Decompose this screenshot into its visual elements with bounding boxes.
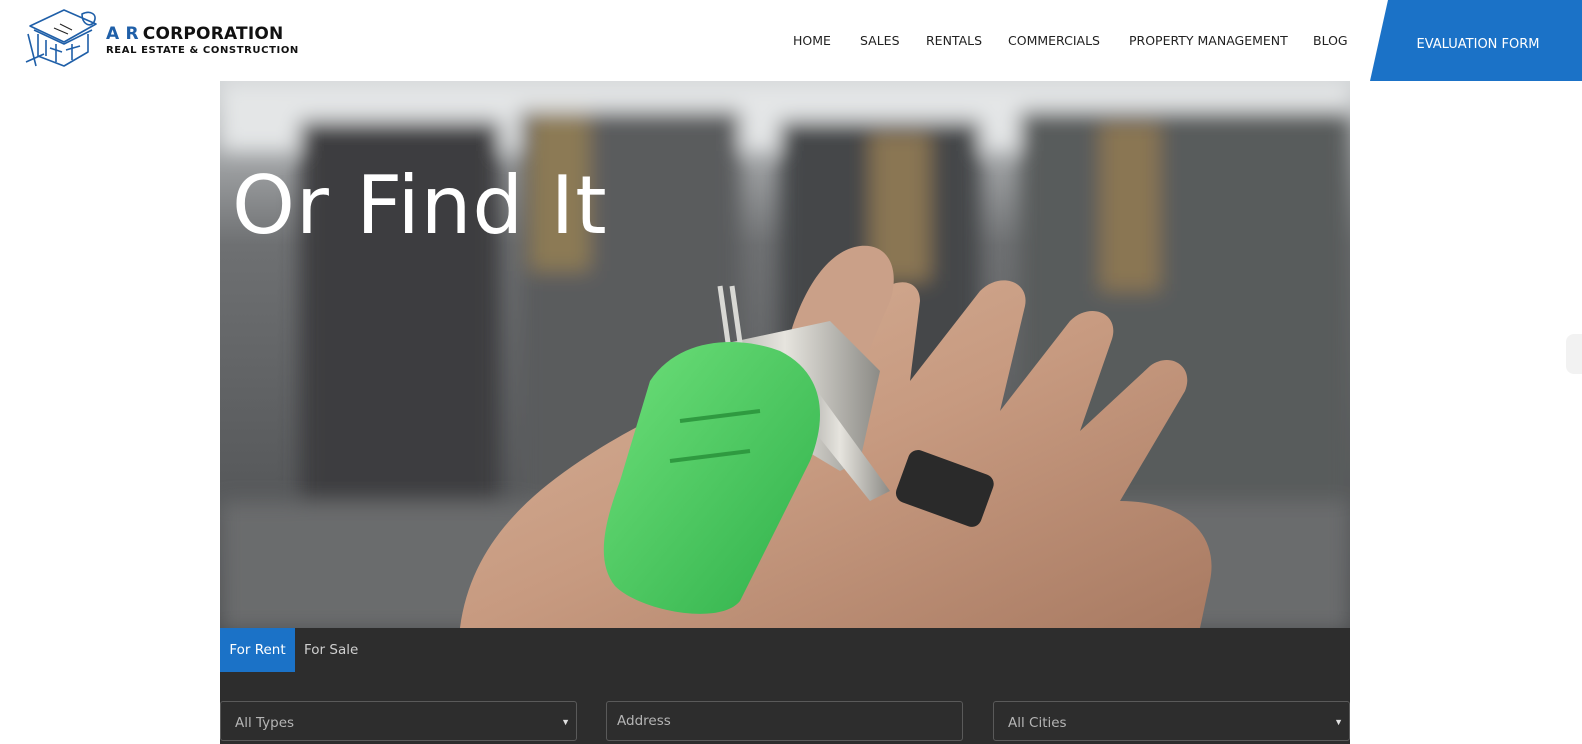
brand-tagline: REAL ESTATE & CONSTRUCTION	[106, 45, 299, 56]
address-field[interactable]	[606, 701, 963, 741]
type-select[interactable]: All Types ▼	[220, 701, 577, 741]
property-search-panel: For Rent For Sale All Types ▼ All Cities…	[220, 628, 1350, 744]
side-drawer-handle[interactable]	[1566, 334, 1582, 374]
chevron-down-icon: ▼	[1334, 717, 1343, 727]
nav-item-commercials[interactable]: COMMERCIALS	[1008, 33, 1100, 48]
hero-title: Or Find It	[232, 159, 608, 252]
hero-banner: Or Find It	[220, 81, 1350, 628]
nav-item-blog[interactable]: BLOG	[1313, 33, 1348, 48]
brand-name-prefix: A R	[106, 24, 139, 44]
evaluation-form-label: EVALUATION FORM	[1416, 37, 1540, 52]
chevron-down-icon: ▼	[561, 717, 570, 727]
brand-logo[interactable]: A R CORPORATION REAL ESTATE & CONSTRUCTIO…	[24, 4, 298, 74]
site-header: A R CORPORATION REAL ESTATE & CONSTRUCTIO…	[0, 0, 1582, 81]
city-select-value: All Cities	[1008, 715, 1067, 731]
city-select[interactable]: All Cities ▼	[993, 701, 1350, 741]
nav-item-property-management[interactable]: PROPERTY MANAGEMENT	[1129, 33, 1288, 48]
brand-name-main: CORPORATION	[142, 24, 284, 44]
brand-name: A R CORPORATION	[106, 24, 283, 44]
type-select-value: All Types	[235, 715, 295, 731]
blueprint-house-icon	[25, 9, 97, 67]
tab-for-sale[interactable]: For Sale	[304, 628, 358, 672]
address-input[interactable]	[607, 702, 962, 740]
nav-item-rentals[interactable]: RENTALS	[926, 33, 982, 48]
evaluation-form-button[interactable]: EVALUATION FORM	[1370, 0, 1582, 81]
nav-item-home[interactable]: HOME	[793, 33, 831, 48]
tab-for-rent[interactable]: For Rent	[220, 628, 295, 672]
nav-item-sales[interactable]: SALES	[860, 33, 900, 48]
